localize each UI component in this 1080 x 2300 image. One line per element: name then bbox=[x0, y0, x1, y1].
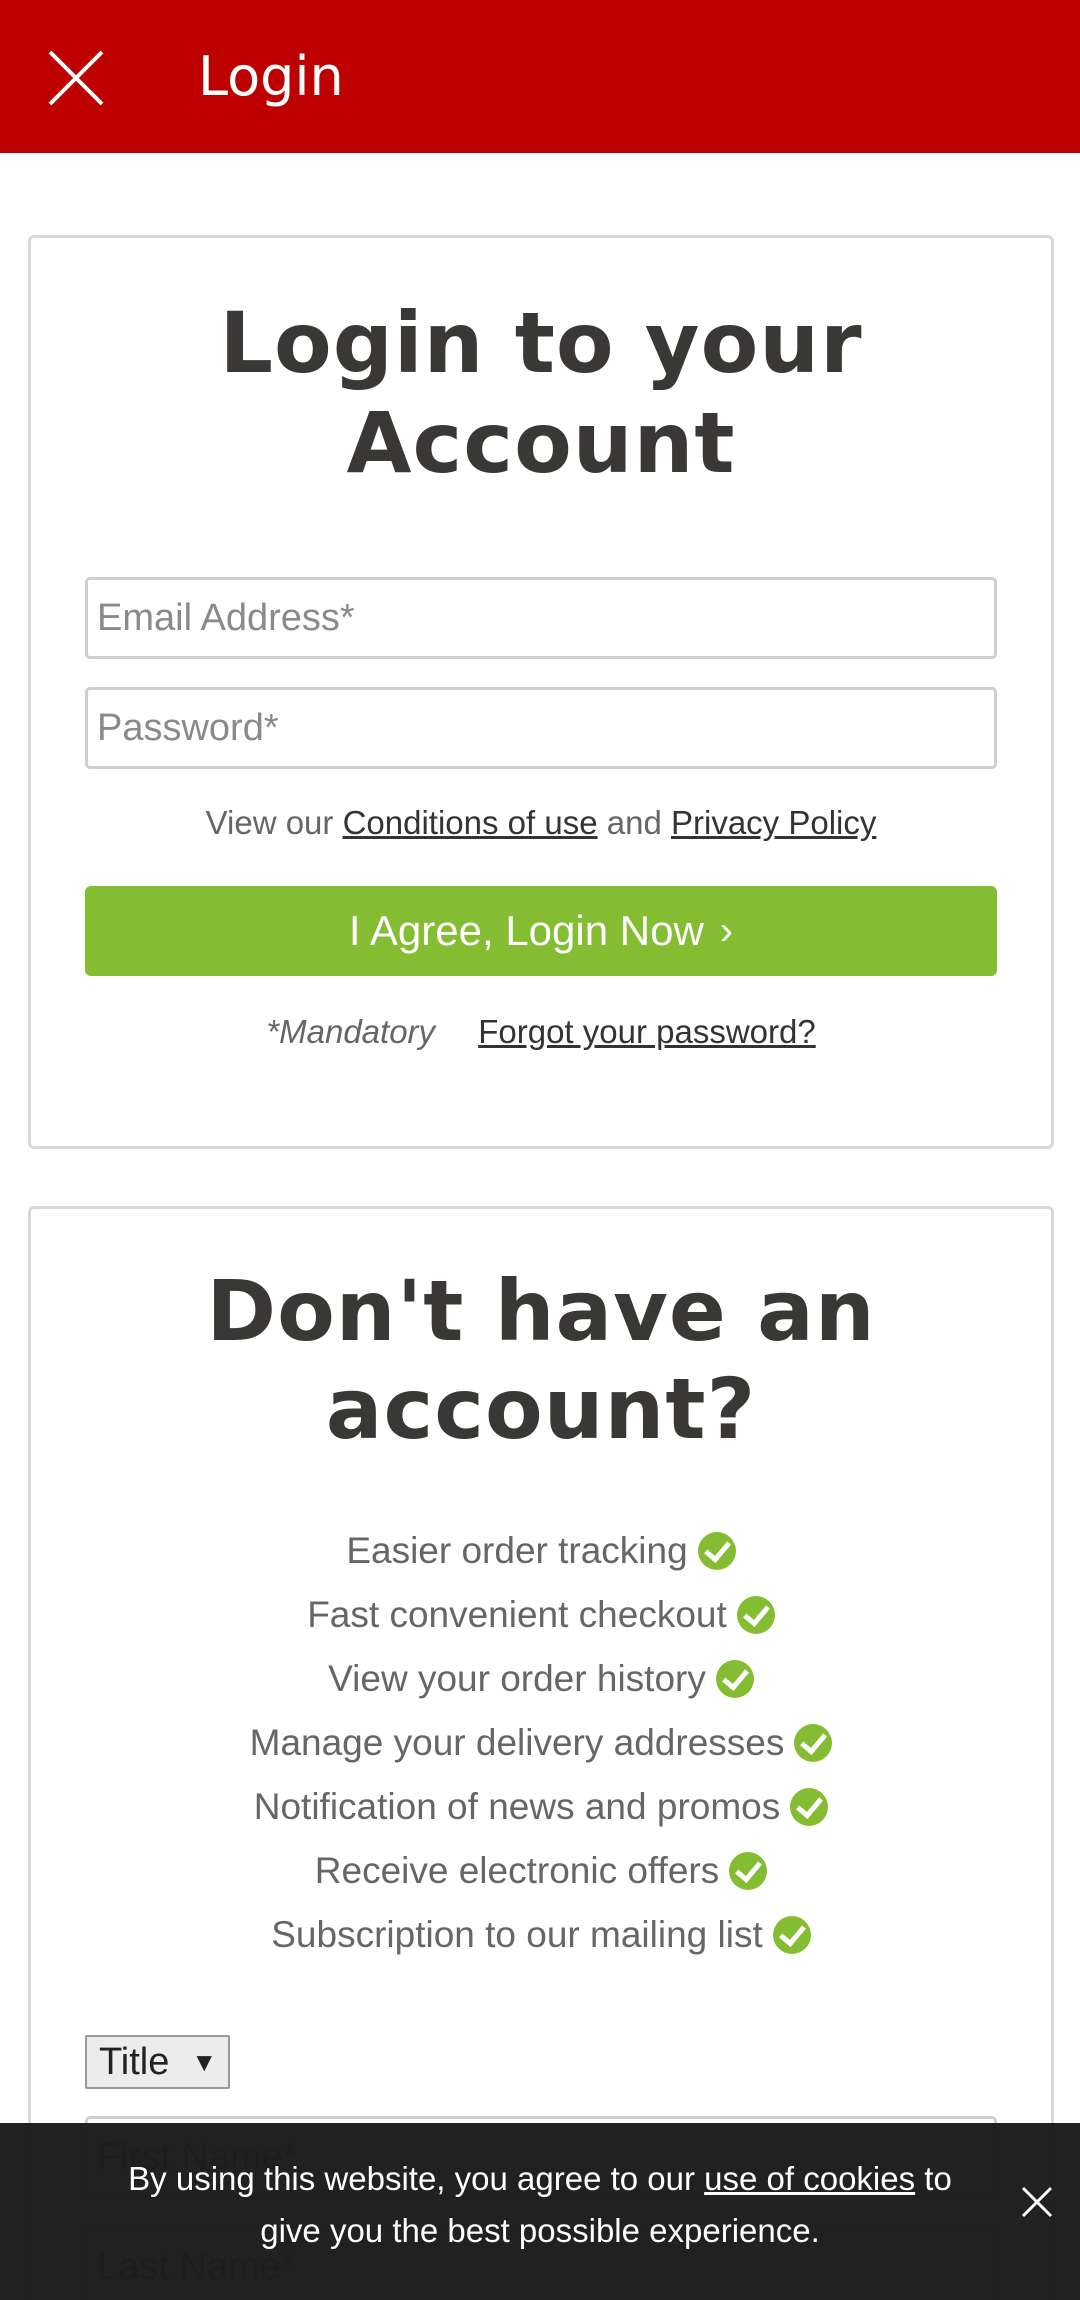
check-icon bbox=[715, 1660, 754, 1698]
email-field[interactable] bbox=[85, 577, 997, 659]
cookie-text-before: By using this website, you agree to our bbox=[128, 2160, 705, 2197]
conditions-of-use-link[interactable]: Conditions of use bbox=[343, 804, 598, 841]
mandatory-note: *Mandatory bbox=[266, 1013, 436, 1050]
login-button-label: I Agree, Login Now bbox=[348, 907, 704, 954]
login-footer-links: *Mandatory Forgot your password? bbox=[31, 1013, 1051, 1051]
login-heading-line2: Account bbox=[346, 394, 736, 492]
chevron-right-icon: › bbox=[719, 908, 734, 953]
title-select[interactable]: Title ▼ bbox=[85, 2035, 230, 2089]
check-icon bbox=[697, 1532, 736, 1570]
check-icon bbox=[736, 1596, 775, 1634]
dropdown-arrow-icon: ▼ bbox=[191, 2046, 218, 2077]
check-icon bbox=[794, 1724, 833, 1762]
login-card: Login to your Account View our Condition… bbox=[28, 235, 1054, 1149]
cookies-policy-link[interactable]: use of cookies bbox=[704, 2160, 915, 2197]
check-icon bbox=[772, 1916, 811, 1954]
cookie-message: By using this website, you agree to our … bbox=[100, 2153, 980, 2257]
benefits-list: Easier order tracking Fast convenient ch… bbox=[31, 1519, 1051, 1967]
benefit-item: Easier order tracking bbox=[31, 1519, 1051, 1583]
benefit-item: Fast convenient checkout bbox=[31, 1583, 1051, 1647]
register-heading-line1: Don't have an bbox=[206, 1262, 876, 1360]
close-icon[interactable] bbox=[1020, 2185, 1054, 2219]
privacy-policy-link[interactable]: Privacy Policy bbox=[671, 804, 876, 841]
forgot-password-link[interactable]: Forgot your password? bbox=[478, 1013, 816, 1050]
app-bar: Login bbox=[0, 0, 1080, 153]
terms-prefix: View our bbox=[205, 804, 343, 841]
check-icon bbox=[790, 1788, 829, 1826]
password-field[interactable] bbox=[85, 687, 997, 769]
benefit-item: Receive electronic offers bbox=[31, 1839, 1051, 1903]
benefit-item: Subscription to our mailing list bbox=[31, 1903, 1051, 1967]
close-icon[interactable] bbox=[46, 48, 106, 108]
login-heading-line1: Login to your bbox=[219, 294, 863, 392]
benefit-item: Notification of news and promos bbox=[31, 1775, 1051, 1839]
terms-and: and bbox=[597, 804, 671, 841]
title-select-value: Title bbox=[99, 2040, 170, 2083]
check-icon bbox=[729, 1852, 768, 1890]
register-heading-line2: account? bbox=[325, 1360, 757, 1458]
cookie-banner: By using this website, you agree to our … bbox=[0, 2123, 1080, 2300]
terms-text: View our Conditions of use and Privacy P… bbox=[31, 804, 1051, 842]
login-button[interactable]: I Agree, Login Now › bbox=[85, 886, 997, 976]
benefit-item: Manage your delivery addresses bbox=[31, 1711, 1051, 1775]
page-title: Login bbox=[198, 45, 344, 108]
benefit-item: View your order history bbox=[31, 1647, 1051, 1711]
